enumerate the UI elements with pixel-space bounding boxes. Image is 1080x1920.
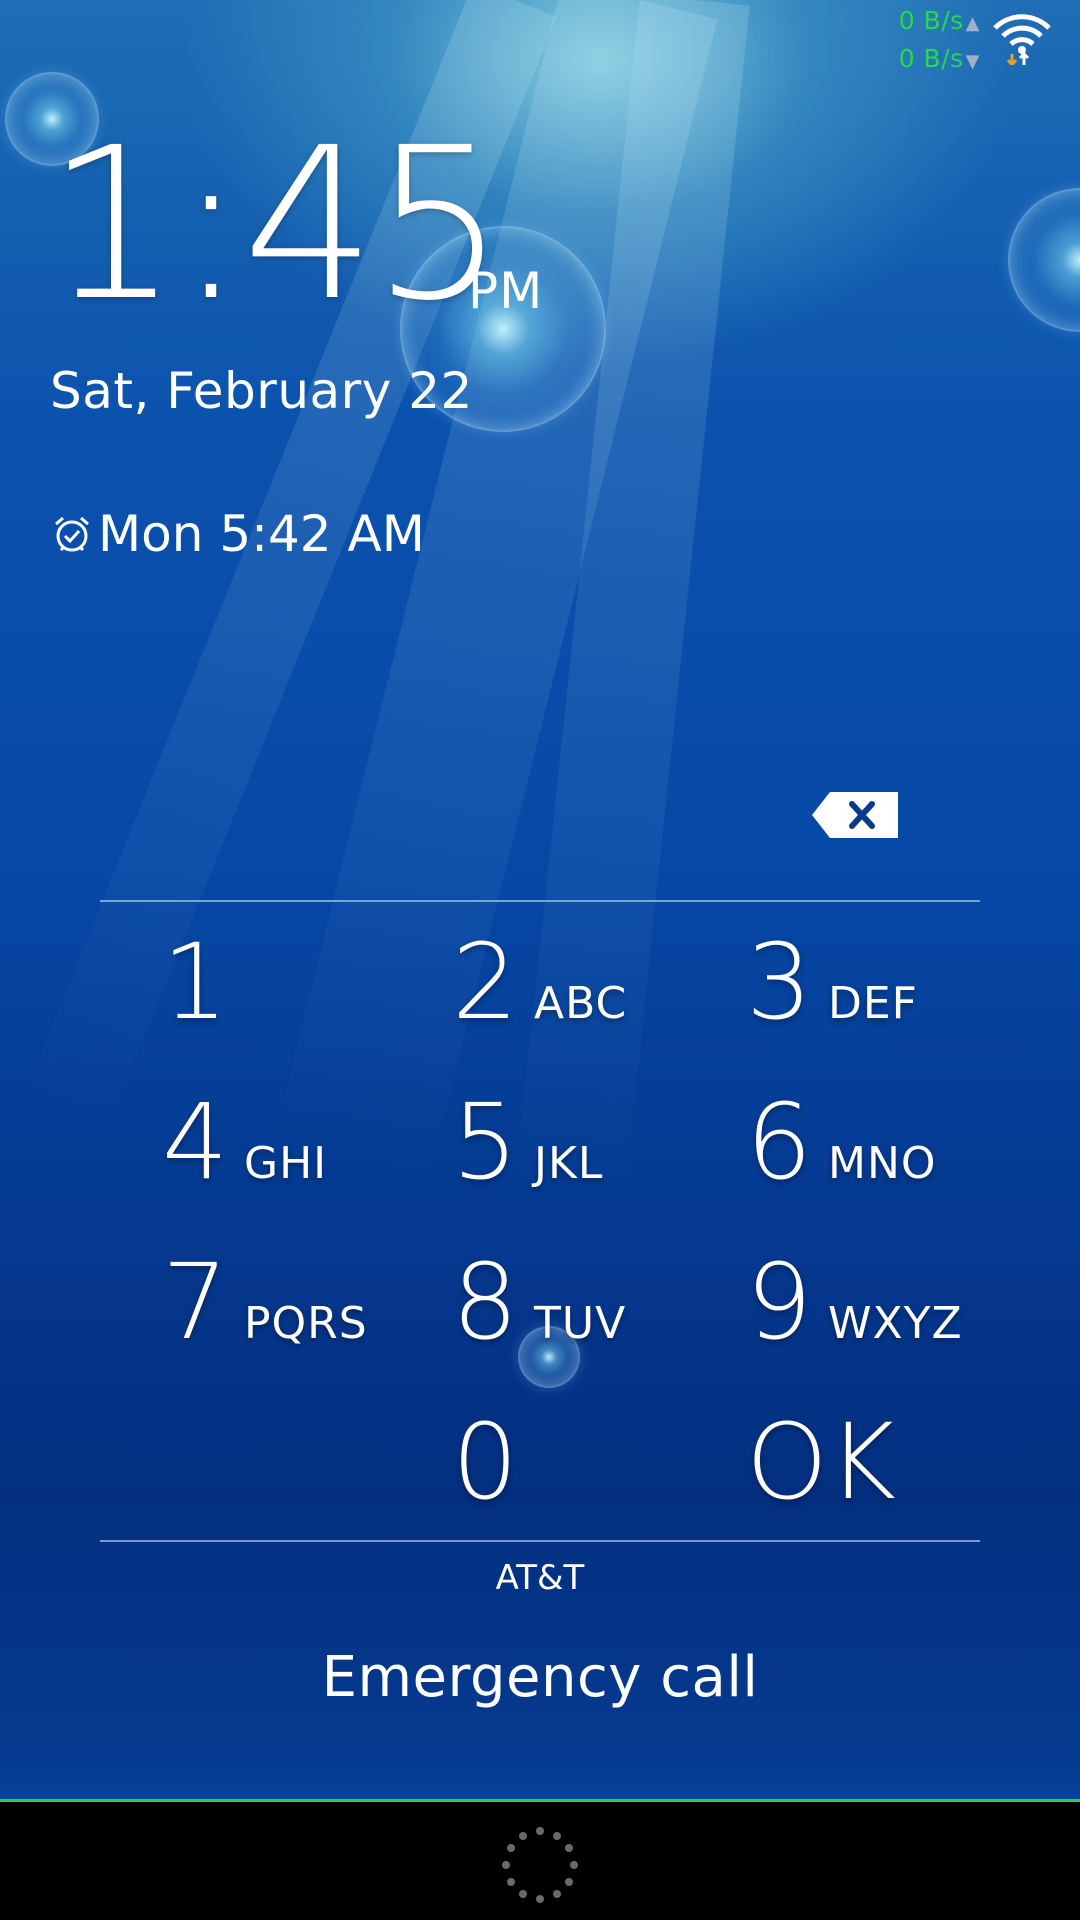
wifi-icon [993, 14, 1051, 65]
down-arrow-icon: ▼ [965, 51, 980, 72]
key-digit: 6 [746, 1081, 813, 1203]
keypad-top-divider [100, 900, 980, 902]
key-letters: JKL [534, 1138, 604, 1189]
key-0[interactable]: 0 [452, 1410, 534, 1514]
key-3[interactable]: 3 DEF [746, 930, 918, 1034]
upload-speed-text: 0 B/s [898, 6, 964, 35]
lock-screen: 0 B/s ▲ 0 B/s ▼ 1:45 PM Sat, February 22 M… [0, 0, 1080, 1920]
key-digit: 7 [162, 1241, 229, 1363]
up-arrow-icon: ▲ [965, 13, 980, 34]
clock-ampm: PM [468, 262, 544, 320]
clock-time: 1:45 [46, 102, 506, 347]
ok-label: OK [746, 1401, 897, 1523]
next-alarm: Mon 5:42 AM [52, 505, 425, 563]
status-bar: 0 B/s ▲ 0 B/s ▼ [860, 0, 1080, 80]
key-letters: MNO [828, 1138, 937, 1189]
download-speed-text: 0 B/s [898, 44, 964, 73]
bubble-decoration [1008, 188, 1080, 332]
key-letters: ABC [534, 978, 628, 1029]
key-digit: 0 [452, 1401, 519, 1523]
carrier-label: AT&T [495, 1558, 585, 1598]
key-letters: GHI [244, 1138, 328, 1189]
key-digit: 3 [746, 921, 813, 1043]
key-letters: TUV [534, 1298, 627, 1349]
upload-speed: 0 B/s ▲ [899, 6, 980, 35]
key-8[interactable]: 8 TUV [452, 1250, 626, 1354]
loading-spinner-icon [502, 1827, 578, 1903]
key-digit: 8 [452, 1241, 519, 1363]
key-digit: 1 [162, 921, 229, 1043]
key-6[interactable]: 6 MNO [746, 1090, 937, 1194]
alarm-clock-icon [55, 516, 89, 552]
key-1[interactable]: 1 [162, 930, 244, 1034]
key-digit: 2 [452, 921, 519, 1043]
key-digit: 4 [162, 1081, 229, 1203]
key-5[interactable]: 5 JKL [452, 1090, 603, 1194]
ok-button[interactable]: OK [746, 1410, 896, 1514]
key-7[interactable]: 7 PQRS [162, 1250, 368, 1354]
key-2[interactable]: 2 ABC [452, 930, 627, 1034]
emergency-call-button[interactable]: Emergency call [0, 1645, 1080, 1710]
download-speed: 0 B/s ▼ [899, 44, 980, 73]
key-letters: PQRS [244, 1298, 368, 1349]
key-letters: WXYZ [828, 1298, 963, 1349]
key-4[interactable]: 4 GHI [162, 1090, 327, 1194]
key-letters: DEF [828, 978, 918, 1029]
key-digit: 5 [452, 1081, 519, 1203]
date-label: Sat, February 22 [50, 362, 473, 420]
keypad-bottom-divider [100, 1540, 980, 1542]
key-9[interactable]: 9 WXYZ [746, 1250, 963, 1354]
backspace-icon[interactable] [810, 790, 900, 840]
key-digit: 9 [746, 1241, 813, 1363]
alarm-text: Mon 5:42 AM [98, 505, 425, 563]
